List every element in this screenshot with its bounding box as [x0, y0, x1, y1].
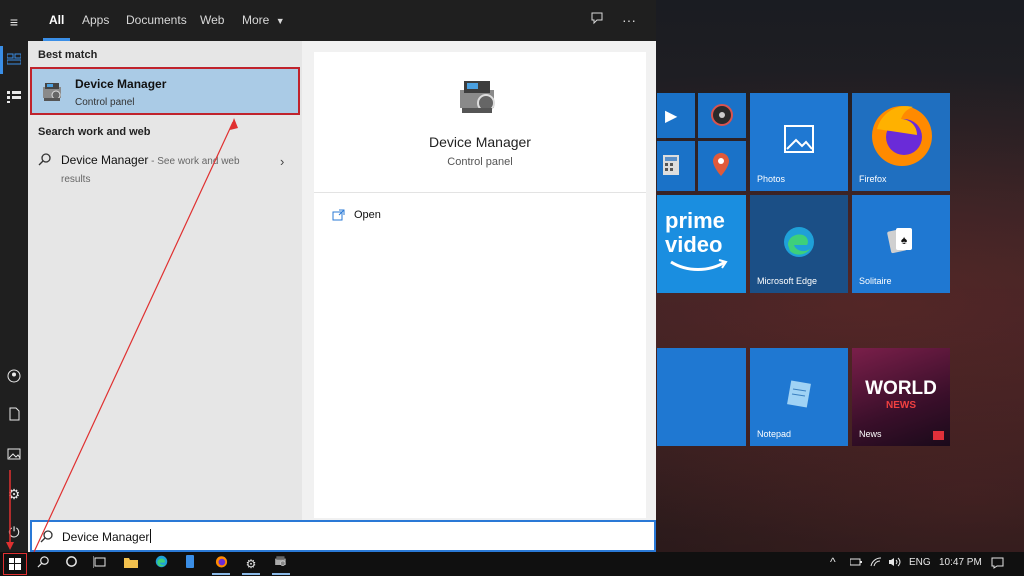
volume-icon[interactable]	[888, 557, 901, 570]
battery-icon[interactable]	[849, 557, 862, 570]
annotation-arrow-diagonal	[33, 121, 234, 553]
language-indicator[interactable]: ENG	[909, 557, 931, 568]
action-center-icon[interactable]	[991, 557, 1004, 572]
annotation-arrows	[6, 118, 238, 553]
file-explorer-icon[interactable]	[122, 555, 140, 573]
annotation-arrowhead-down	[6, 542, 14, 550]
device-manager-taskbar-icon[interactable]	[272, 555, 290, 575]
start-button[interactable]	[3, 553, 27, 575]
show-hidden-icons-chevron-icon[interactable]: ^	[830, 555, 836, 569]
firefox-taskbar-icon[interactable]	[212, 555, 230, 575]
wifi-icon[interactable]	[870, 557, 882, 570]
task-view-icon[interactable]	[91, 555, 109, 573]
taskbar: ⚙ ^ ENG 10:47 PM	[0, 552, 1024, 576]
settings-taskbar-icon[interactable]: ⚙	[242, 555, 260, 575]
taskbar-search-icon[interactable]	[34, 555, 52, 573]
phone-app-icon[interactable]	[181, 555, 199, 573]
cortana-icon[interactable]	[62, 555, 80, 573]
clock[interactable]: 10:47 PM	[939, 557, 982, 568]
annotation-arrowhead-diagonal	[230, 118, 238, 130]
edge-taskbar-icon[interactable]	[152, 555, 170, 573]
